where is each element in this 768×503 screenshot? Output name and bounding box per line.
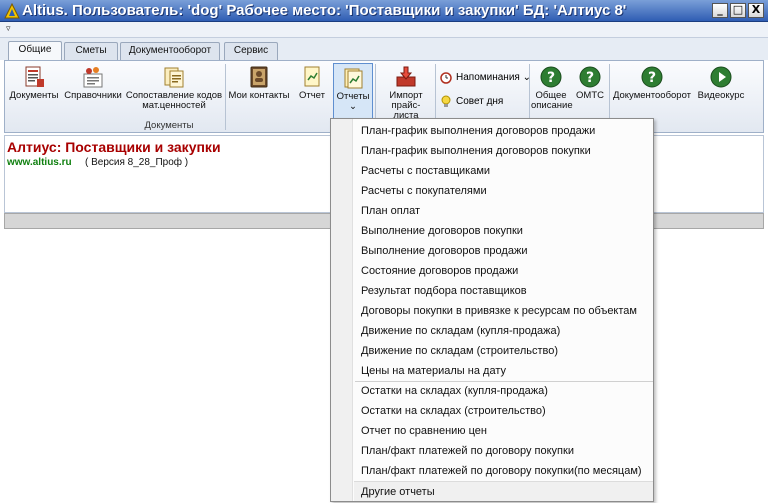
- menu-item-other-reports[interactable]: Другие отчеты: [354, 481, 653, 501]
- play-icon: [710, 66, 732, 88]
- menu-item[interactable]: Отчет по сравнению цен: [361, 421, 651, 441]
- tab-general[interactable]: Общие: [8, 41, 62, 60]
- video-course-button[interactable]: Видеокурс: [695, 63, 747, 119]
- help-icon: ?: [641, 66, 663, 88]
- website-link[interactable]: www.altius.ru: [7, 157, 72, 168]
- menu-item[interactable]: План-график выполнения договоров покупки: [361, 141, 651, 161]
- quick-access-toolbar: ▿: [0, 22, 768, 38]
- title-bar: Altius. Пользователь: 'dog' Рабочее мест…: [0, 0, 768, 22]
- chevron-down-icon: ⌄: [349, 101, 357, 112]
- match-codes-label-2: мат.ценностей: [142, 100, 206, 111]
- menu-item[interactable]: План/факт платежей по договору покупки(п…: [361, 461, 651, 481]
- reports-dropdown-menu: План-график выполнения договоров продажи…: [330, 118, 654, 502]
- report-button[interactable]: Отчет: [293, 63, 331, 119]
- documents-label: Документы: [9, 90, 59, 101]
- version-text: ( Версия 8_28_Проф ): [85, 157, 189, 168]
- references-icon: [83, 67, 103, 88]
- help-icon: ?: [579, 66, 601, 88]
- reminders-button[interactable]: Напоминания ⌄: [439, 69, 531, 87]
- reports-menu-button[interactable]: Отчеты ⌄: [333, 63, 373, 119]
- menu-item[interactable]: Остатки на складах (купля-продажа): [361, 381, 651, 401]
- tab-docflow[interactable]: Документооборот: [120, 42, 220, 60]
- menu-item[interactable]: Выполнение договоров покупки: [361, 221, 651, 241]
- omts-label: ОМТС: [576, 90, 604, 101]
- ribbon-tabs: Общие Сметы Документооборот Сервис: [0, 38, 768, 60]
- reminders-label: Напоминания: [456, 72, 520, 83]
- menu-item[interactable]: Договоры покупки в привязке к ресурсам п…: [361, 301, 651, 321]
- alarm-clock-icon: [440, 72, 452, 85]
- altius-logo-icon: [4, 3, 20, 19]
- maximize-button[interactable]: □: [730, 3, 746, 18]
- ribbon-group-label: Документы: [144, 120, 194, 131]
- svg-text:?: ?: [648, 70, 656, 86]
- menu-item[interactable]: Движение по складам (купля-продажа): [361, 321, 651, 341]
- menu-item[interactable]: Остатки на складах (строительство): [361, 401, 651, 421]
- documents-icon: [25, 66, 44, 87]
- svg-text:?: ?: [586, 70, 594, 86]
- menu-item[interactable]: Результат подбора поставщиков: [361, 281, 651, 301]
- match-codes-icon: [164, 67, 184, 88]
- tab-estimates[interactable]: Сметы: [64, 42, 118, 60]
- app-name: Алтиус: Поставщики и закупки: [7, 139, 221, 155]
- report-icon: [304, 66, 320, 87]
- import-icon: [396, 66, 416, 87]
- menu-item[interactable]: Цены на материалы на дату: [361, 361, 651, 381]
- menu-item[interactable]: Выполнение договоров продажи: [361, 241, 651, 261]
- my-contacts-button[interactable]: Мои контакты: [227, 63, 291, 119]
- docflow-help-button[interactable]: ? Документооборот: [611, 63, 693, 119]
- menu-item[interactable]: Движение по складам (строительство): [361, 341, 651, 361]
- reports-icon: [344, 68, 363, 89]
- references-button[interactable]: Справочники: [63, 63, 123, 119]
- general-description-button[interactable]: ? Общее описание: [531, 63, 573, 119]
- menu-item[interactable]: Состояние договоров продажи: [361, 261, 651, 281]
- help-icon: ?: [540, 66, 562, 88]
- svg-text:?: ?: [547, 70, 555, 86]
- import-price-list-button[interactable]: Импорт прайс-листа: [379, 63, 433, 121]
- contacts-book-icon: [250, 66, 268, 88]
- docflow-help-label: Документооборот: [612, 90, 692, 101]
- tip-of-day-button[interactable]: Совет дня: [439, 93, 503, 111]
- menu-item[interactable]: План оплат: [361, 201, 651, 221]
- my-contacts-label: Мои контакты: [228, 90, 290, 101]
- close-button[interactable]: X: [748, 3, 764, 18]
- tab-service[interactable]: Сервис: [224, 42, 278, 60]
- general-description-label-2: описание: [531, 100, 573, 111]
- lightbulb-icon: [441, 95, 451, 108]
- menu-gutter: [331, 119, 353, 501]
- menu-item[interactable]: Расчеты с поставщиками: [361, 161, 651, 181]
- tip-of-day-label: Совет дня: [456, 96, 504, 107]
- window-title: Altius. Пользователь: 'dog' Рабочее мест…: [22, 2, 627, 19]
- documents-button[interactable]: Документы: [7, 63, 61, 119]
- references-label: Справочники: [64, 90, 122, 101]
- match-codes-button[interactable]: Сопоставление кодов мат.ценностей: [125, 63, 223, 119]
- report-label: Отчет: [298, 90, 325, 101]
- video-course-label: Видеокурс: [697, 90, 745, 101]
- quick-access-dropdown[interactable]: ▿: [6, 23, 11, 34]
- menu-item[interactable]: План/факт платежей по договору покупки: [361, 441, 651, 461]
- menu-item[interactable]: Расчеты с покупателями: [361, 181, 651, 201]
- omts-button[interactable]: ? ОМТС: [573, 63, 607, 119]
- minimize-button[interactable]: _: [712, 3, 728, 18]
- menu-item[interactable]: План-график выполнения договоров продажи: [361, 121, 651, 141]
